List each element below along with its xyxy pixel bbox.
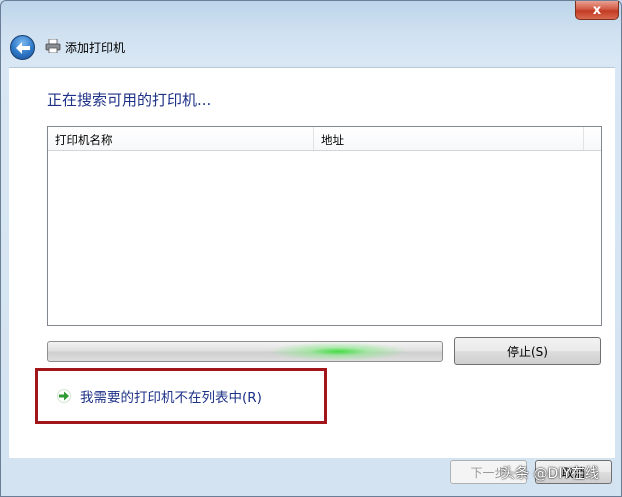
- column-header-printer-name[interactable]: 打印机名称: [55, 132, 113, 148]
- green-arrow-icon: [57, 389, 71, 403]
- back-button[interactable]: [10, 35, 35, 60]
- column-divider: [313, 127, 314, 150]
- search-progress-bar: [47, 341, 443, 362]
- printer-list[interactable]: 打印机名称 地址: [47, 126, 602, 326]
- stop-button[interactable]: 停止(S): [454, 337, 601, 365]
- window-title: 添加打印机: [65, 41, 126, 55]
- progress-glow: [268, 342, 408, 361]
- close-icon: x: [592, 2, 602, 18]
- dialog-window: x 添加打印机 正在搜索可用的打印机... 打印机名称 地址 停止(S) 我需要…: [0, 0, 622, 497]
- back-arrow-icon: [15, 41, 30, 54]
- column-header-address[interactable]: 地址: [321, 132, 344, 148]
- list-header: 打印机名称 地址: [48, 127, 601, 151]
- printer-icon: [45, 39, 61, 53]
- printer-not-listed-link[interactable]: 我需要的打印机不在列表中(R): [35, 368, 327, 424]
- close-button[interactable]: x: [575, 1, 619, 20]
- column-divider: [583, 127, 584, 150]
- printer-not-listed-label[interactable]: 我需要的打印机不在列表中(R): [80, 386, 262, 406]
- page-title: 正在搜索可用的打印机...: [47, 91, 212, 109]
- watermark: 头条 @DIY在线: [501, 466, 599, 482]
